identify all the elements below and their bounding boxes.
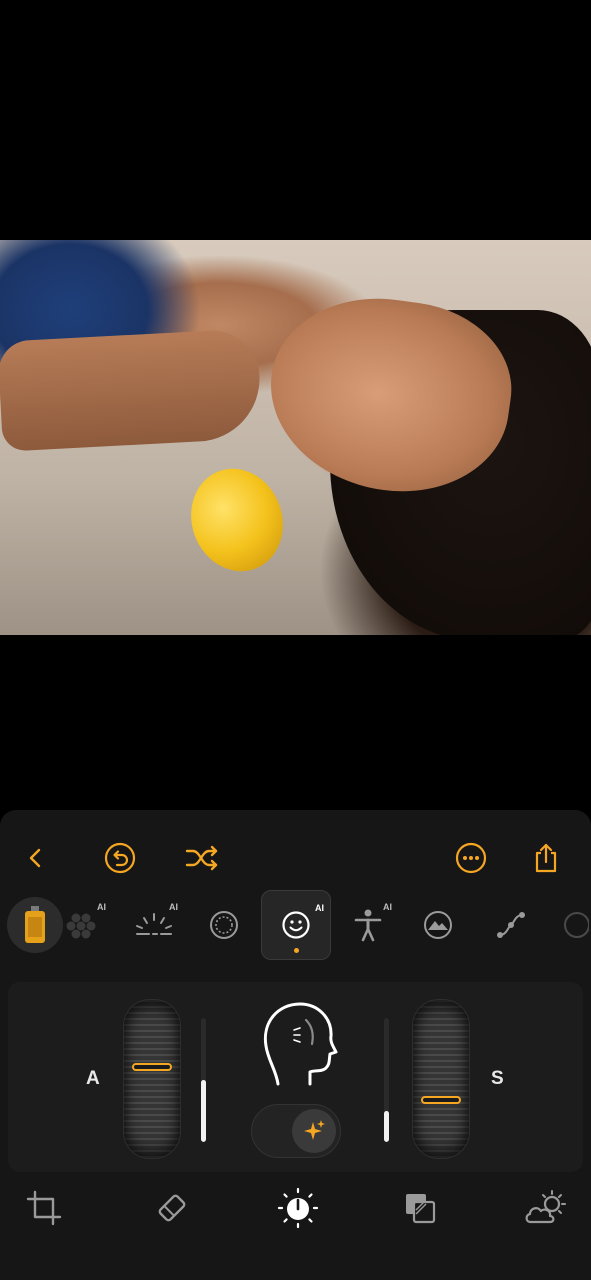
left-meter xyxy=(201,1018,206,1142)
adjust-button[interactable] xyxy=(276,1186,320,1230)
right-meter xyxy=(384,1018,389,1142)
weather-icon xyxy=(525,1190,566,1224)
grain-icon xyxy=(66,913,96,939)
crop-button[interactable] xyxy=(22,1186,66,1230)
left-dial[interactable] xyxy=(124,1000,180,1158)
tool-light[interactable]: AI xyxy=(124,890,184,960)
tool-vignette[interactable] xyxy=(194,890,254,960)
right-dial[interactable] xyxy=(413,1000,469,1158)
light-rays-icon xyxy=(136,913,172,935)
tool-strip: AI AI AI AI xyxy=(0,888,591,966)
ai-badge: AI xyxy=(383,902,392,912)
tool-face[interactable]: AI xyxy=(261,890,331,960)
tool-grain[interactable]: AI xyxy=(52,890,112,960)
ai-badge: AI xyxy=(97,902,106,912)
tool-body[interactable]: AI xyxy=(338,890,398,960)
undo-button[interactable] xyxy=(100,838,140,878)
curves-icon xyxy=(497,912,525,938)
ai-badge: AI xyxy=(169,902,178,912)
left-meter-fill xyxy=(201,1080,206,1142)
landscape-icon xyxy=(424,911,452,939)
editor-panel: AI AI AI AI A S xyxy=(0,810,591,1280)
body-icon xyxy=(354,909,382,942)
shuffle-button[interactable] xyxy=(182,838,222,878)
vignette-icon xyxy=(210,911,238,939)
undo-icon xyxy=(104,842,136,874)
ai-badge: AI xyxy=(315,903,324,913)
layers-icon xyxy=(406,1194,436,1224)
tool-landscape[interactable] xyxy=(408,890,468,960)
tool-partial[interactable] xyxy=(555,890,591,960)
sparkles-icon xyxy=(304,1120,325,1140)
photo-arm xyxy=(0,328,263,452)
eraser-icon xyxy=(158,1194,186,1222)
layers-button[interactable] xyxy=(398,1186,442,1230)
adjust-dial-icon xyxy=(277,1187,319,1229)
shuffle-icon xyxy=(185,845,218,871)
photo-preview[interactable] xyxy=(0,240,591,635)
share-icon xyxy=(535,843,557,873)
head-profile-icon xyxy=(256,996,338,1092)
right-meter-fill xyxy=(384,1111,389,1142)
active-indicator xyxy=(293,948,299,953)
more-icon xyxy=(455,842,487,874)
left-dial-label: A xyxy=(86,1068,100,1089)
face-adjust-panel: A S xyxy=(8,982,583,1172)
photo-lemon xyxy=(176,455,298,585)
right-dial-knob[interactable] xyxy=(421,1095,461,1104)
eraser-button[interactable] xyxy=(150,1186,194,1230)
tool-curves[interactable] xyxy=(481,890,541,960)
share-button[interactable] xyxy=(526,838,566,878)
left-dial-knob[interactable] xyxy=(132,1062,172,1071)
toggle-thumb xyxy=(292,1109,336,1153)
chevron-left-icon xyxy=(29,848,41,868)
color-wheel-icon xyxy=(564,912,589,938)
auto-enhance-toggle[interactable] xyxy=(251,1104,341,1158)
more-button[interactable] xyxy=(451,838,491,878)
crop-icon xyxy=(26,1190,62,1226)
right-dial-label: S xyxy=(491,1068,504,1089)
back-button[interactable] xyxy=(16,838,56,878)
weather-button[interactable] xyxy=(524,1186,568,1230)
face-icon xyxy=(282,911,310,939)
